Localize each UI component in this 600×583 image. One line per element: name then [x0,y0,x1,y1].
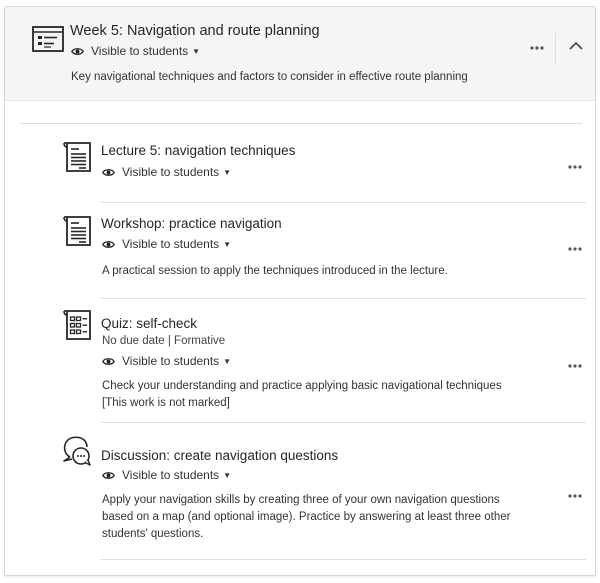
item-title[interactable]: Workshop: practice navigation [101,216,282,231]
header-divider [555,33,556,65]
module-header: Week 5: Navigation and route planning Vi… [5,7,595,101]
item-description-line: students' questions. [102,528,204,540]
item-title[interactable]: Quiz: self-check [101,316,197,331]
item-visibility-dropdown[interactable]: Visible to students ▼ [102,354,231,368]
eye-icon [102,168,115,176]
caret-down-icon: ▼ [223,239,232,249]
folder-list-icon [32,26,64,52]
item-description-line: Check your understanding and practice ap… [102,380,502,392]
visibility-label: Visible to students [122,468,220,482]
item-description-line: based on a map (and optional image). Pra… [102,511,511,523]
more-horizontal-icon [568,247,582,251]
content-item: Quiz: self-check No due date | Formative… [61,308,587,423]
module-visibility-dropdown[interactable]: Visible to students ▼ [71,44,200,58]
item-more-options-button[interactable] [563,241,587,257]
visibility-label: Visible to students [91,44,189,58]
visibility-label: Visible to students [122,165,220,179]
eye-icon [102,471,115,479]
content-item: Discussion: create navigation questions … [61,436,587,560]
caret-down-icon: ▼ [223,167,232,177]
document-icon [63,216,91,246]
caret-down-icon: ▼ [223,356,232,366]
item-description: Check your understanding and practice ap… [102,378,542,412]
module-more-options-button[interactable] [525,40,549,56]
item-description: Apply your navigation skills by creating… [102,492,542,543]
visibility-label: Visible to students [122,354,220,368]
divider [21,123,582,124]
module-title[interactable]: Week 5: Navigation and route planning [70,23,320,39]
eye-icon [102,357,115,365]
item-visibility-dropdown[interactable]: Visible to students ▼ [102,237,231,251]
eye-icon [102,240,115,248]
item-visibility-dropdown[interactable]: Visible to students ▼ [102,165,231,179]
more-horizontal-icon [568,364,582,368]
item-more-options-button[interactable] [563,488,587,504]
divider [101,422,586,423]
caret-down-icon: ▼ [192,46,201,56]
divider [101,559,586,560]
eye-icon [71,47,84,55]
item-more-options-button[interactable] [563,159,587,175]
item-description: A practical session to apply the techniq… [102,265,448,277]
more-horizontal-icon [568,494,582,498]
item-description-line: [This work is not marked] [102,397,230,409]
module-description: Key navigational techniques and factors … [71,71,468,83]
item-visibility-dropdown[interactable]: Visible to students ▼ [102,468,231,482]
item-more-options-button[interactable] [563,358,587,374]
item-title[interactable]: Discussion: create navigation questions [101,448,338,463]
discussion-icon [63,436,91,466]
content-item: Lecture 5: navigation techniques Visible… [61,137,587,203]
divider [101,298,586,299]
document-icon [63,142,91,172]
divider [101,202,586,203]
visibility-label: Visible to students [122,237,220,251]
item-title[interactable]: Lecture 5: navigation techniques [101,143,295,158]
learning-module: Week 5: Navigation and route planning Vi… [4,6,596,576]
caret-down-icon: ▼ [223,470,232,480]
quiz-icon [63,310,91,340]
chevron-up-icon[interactable] [565,35,587,57]
more-horizontal-icon [568,165,582,169]
item-description-line: Apply your navigation skills by creating… [102,494,500,506]
more-horizontal-icon [530,46,544,50]
item-meta: No due date | Formative [102,335,226,347]
content-item: Workshop: practice navigation Visible to… [61,211,587,299]
